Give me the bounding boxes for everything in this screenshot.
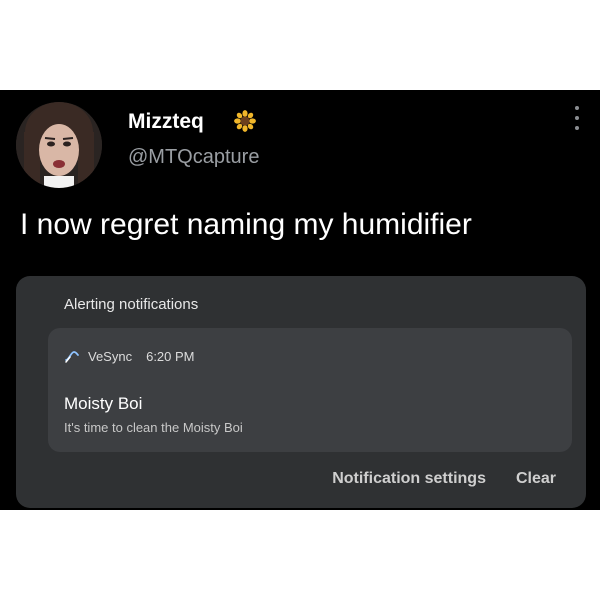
notification-body: It's time to clean the Moisty Boi: [64, 420, 243, 435]
more-options-icon[interactable]: [574, 106, 580, 130]
user-handle[interactable]: @MTQcapture: [128, 146, 259, 169]
display-name[interactable]: Mizzteq: [128, 110, 204, 134]
tweet-card: Mizzteq @MTQcapture I now regret naming …: [0, 90, 600, 510]
notification-time: 6:20 PM: [146, 348, 195, 364]
sunflower-icon: [234, 110, 256, 132]
panel-header: Alerting notifications: [64, 296, 199, 313]
notification-card[interactable]: VeSync 6:20 PM Moisty Boi It's time to c…: [48, 328, 572, 452]
vesync-icon: [65, 351, 79, 363]
notification-settings-button[interactable]: Notification settings: [332, 470, 486, 488]
notification-actions: Notification settings Clear: [332, 470, 556, 488]
notification-panel: Alerting notifications VeSync 6:20 PM Mo…: [16, 276, 586, 508]
avatar-image: [16, 102, 102, 188]
avatar[interactable]: [16, 102, 102, 188]
tweet-text: I now regret naming my humidifier: [20, 208, 472, 241]
notification-app-row: VeSync 6:20 PM: [64, 348, 195, 364]
notification-app-name: VeSync: [88, 348, 133, 364]
notification-title: Moisty Boi: [64, 394, 143, 413]
clear-button[interactable]: Clear: [516, 470, 556, 488]
